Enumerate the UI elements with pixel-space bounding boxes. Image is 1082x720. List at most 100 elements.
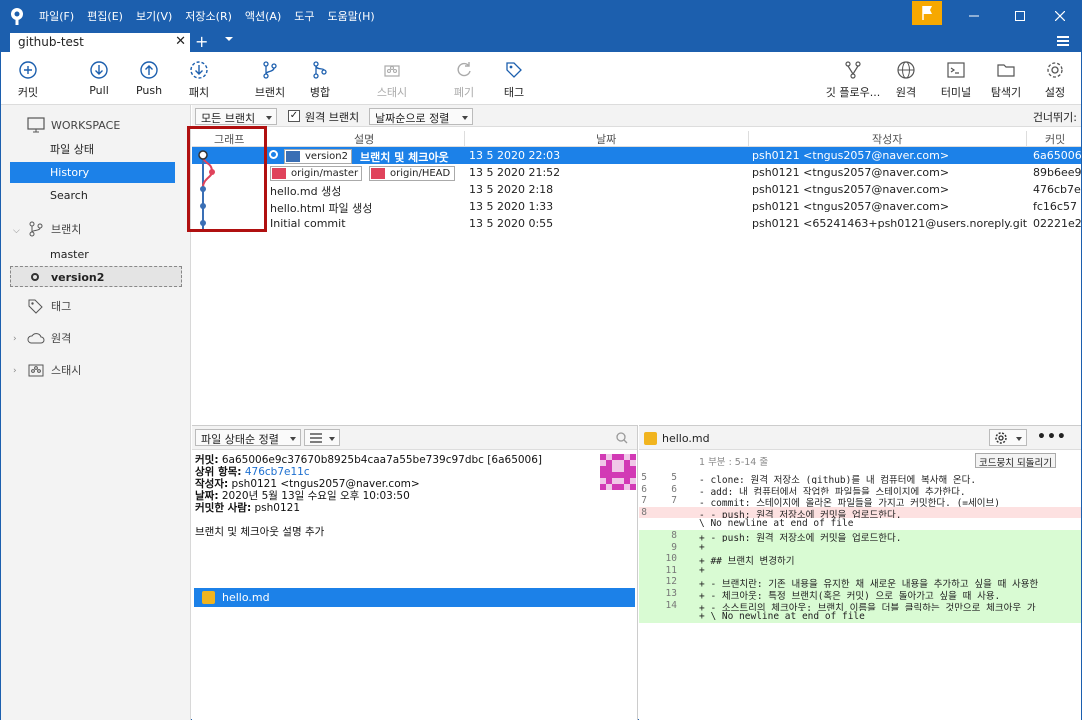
sort-dropdown[interactable]: 날짜순으로 정렬 [369, 108, 473, 125]
folder-icon [997, 64, 1015, 77]
minimize-button[interactable] [952, 1, 996, 31]
tab-close-icon[interactable]: ✕ [175, 34, 186, 49]
globe-icon [897, 61, 915, 79]
close-icon [1055, 11, 1065, 21]
commit-hash: 02221e2 [1033, 217, 1082, 230]
discard-icon [457, 62, 471, 77]
menu-tools[interactable]: 도구 [294, 8, 314, 24]
sidebar-item-history[interactable]: History [10, 162, 175, 183]
flag-icon [922, 6, 932, 20]
commit-details-pane: 파일 상태순 정렬 커밋: 6a65006e9c37670b8925b4caa7… [192, 425, 638, 720]
remote-button[interactable]: 원격 [882, 60, 930, 100]
menu-edit[interactable]: 편집(E) [87, 8, 123, 24]
commit-hash: 6a65006 [1033, 149, 1082, 162]
diff-line-text: - - push: 원격 저장소에 커밋을 업로드한다. [699, 509, 902, 519]
hamburger-menu-icon[interactable] [1057, 36, 1069, 46]
git-flow-icon [845, 61, 861, 79]
push-button[interactable]: Push [125, 60, 173, 97]
menu-repository[interactable]: 저장소(R) [185, 8, 232, 24]
more-options-icon[interactable]: ••• [1037, 429, 1067, 445]
sidebar-item-branches[interactable]: 브랜치 [27, 221, 81, 237]
commit-row[interactable]: hello.md 생성 13 5 2020 2:18 psh0121 <tngu… [192, 181, 1081, 198]
commit-date: 13 5 2020 2:18 [469, 183, 554, 196]
new-line-number: 11 [665, 564, 677, 576]
sidebar-item-tags[interactable]: 태그 [27, 298, 71, 314]
diff-line-text: - clone: 원격 저장소 (github)를 내 컴퓨터에 복사해 온다. [699, 475, 977, 484]
diff-options-dropdown[interactable] [989, 429, 1027, 446]
sidebar-item-branch-master[interactable]: master [10, 244, 175, 265]
commit-icon [19, 61, 37, 79]
new-line-number: 7 [671, 495, 677, 507]
history-column-header: 그래프 설명 날짜 작성자 커밋 [192, 128, 1081, 150]
column-author[interactable]: 작성자 [872, 131, 902, 147]
branch-filter-dropdown[interactable]: 모든 브랜치 [195, 108, 277, 125]
settings-button[interactable]: 설정 [1031, 60, 1079, 100]
new-tab-icon[interactable]: + [195, 32, 208, 51]
terminal-icon [947, 62, 965, 78]
stash-button[interactable]: 스태시 [368, 60, 416, 100]
commit-message: 브랜치 및 체크아웃 설명 추가 [195, 526, 325, 538]
stash-icon [384, 65, 400, 77]
remote-branch-badge-icon [272, 168, 286, 179]
terminal-button[interactable]: 터미널 [932, 60, 980, 100]
merge-button[interactable]: 병합 [296, 60, 344, 100]
commit-date: 13 5 2020 1:33 [469, 200, 554, 213]
remote-branches-checkbox[interactable]: ✓ [288, 110, 300, 122]
diff-line: 7 7 - commit: 스테이지에 올라온 파일들을 가지고 커밋한다. (=… [639, 495, 1081, 507]
sidebar-item-branch-version2[interactable]: version2 [10, 266, 182, 287]
menu-help[interactable]: 도움말(H) [328, 8, 375, 24]
stashes-expand-icon[interactable]: › [13, 366, 17, 376]
revert-hunk-button[interactable]: 코드뭉치 되돌리기 [975, 453, 1056, 469]
commit-button[interactable]: 커밋 [4, 60, 52, 100]
column-description[interactable]: 설명 [354, 131, 374, 147]
commit-row[interactable]: hello.html 파일 생성 13 5 2020 1:33 psh0121 … [192, 198, 1081, 215]
sidebar-item-file-status[interactable]: 파일 상태 [10, 139, 175, 160]
tab-dropdown-icon[interactable] [225, 37, 233, 41]
diff-line: 12 + - 브랜치란: 기존 내용을 유지한 채 새로운 내용을 추가하고 싶을… [639, 576, 1081, 588]
discard-button[interactable]: 폐기 [440, 60, 488, 100]
menu-file[interactable]: 파일(F) [39, 8, 74, 24]
fetch-button[interactable]: 패치 [175, 60, 223, 100]
old-line-number: 6 [641, 483, 647, 495]
commit-row[interactable]: origin/master origin/HEAD 13 5 2020 21:5… [192, 164, 1082, 181]
branch-label-origin-head[interactable]: origin/HEAD [369, 166, 455, 181]
branches-collapse-icon[interactable]: ⌵ [13, 226, 20, 236]
parent-link[interactable]: 476cb7e11c [245, 466, 310, 478]
file-sort-dropdown[interactable]: 파일 상태순 정렬 [195, 429, 301, 446]
menu-view[interactable]: 보기(V) [136, 8, 172, 24]
commit-row[interactable]: version2 브랜치 및 체크아웃 13 5 2020 22:03 psh0… [192, 147, 1082, 164]
git-flow-button[interactable]: 깃 플로우... [823, 60, 883, 100]
column-commit[interactable]: 커밋 [1045, 131, 1065, 147]
pull-button[interactable]: Pull [75, 60, 123, 97]
commit-row[interactable]: Initial commit 13 5 2020 0:55 psh0121 <6… [192, 215, 1082, 232]
commit-description: Initial commit [270, 217, 346, 230]
view-mode-dropdown[interactable] [304, 429, 340, 446]
menu-actions[interactable]: 액션(A) [245, 8, 281, 24]
close-button[interactable] [1038, 1, 1082, 31]
old-line-number: 5 [641, 472, 647, 483]
notification-flag-button[interactable] [912, 1, 942, 25]
column-date[interactable]: 날짜 [596, 131, 616, 147]
commit-description: hello.md 생성 [270, 185, 342, 198]
branch-icon [29, 221, 43, 237]
maximize-button[interactable] [998, 1, 1042, 31]
sidebar-item-stashes[interactable]: 스태시 [27, 362, 81, 378]
menu-bar: 파일(F) 편집(E) 보기(V) 저장소(R) 액션(A) 도구 도움말(H) [39, 1, 388, 31]
tag-button[interactable]: 태그 [490, 60, 538, 100]
search-icon[interactable] [616, 432, 628, 444]
branch-label-version2[interactable]: version2 [284, 149, 352, 164]
sidebar-item-remotes[interactable]: 원격 [27, 330, 71, 346]
new-line-number: 6 [671, 483, 677, 495]
remote-branch-badge-icon [371, 168, 385, 179]
branch-badge-icon [286, 151, 300, 162]
sidebar-item-search[interactable]: Search [10, 185, 175, 206]
remotes-expand-icon[interactable]: › [13, 334, 17, 344]
tag-icon [506, 62, 522, 78]
explorer-button[interactable]: 탐색기 [982, 60, 1030, 100]
branch-label-origin-master[interactable]: origin/master [270, 166, 362, 181]
changed-file-row[interactable]: hello.md [194, 588, 635, 607]
branch-button[interactable]: 브랜치 [246, 60, 294, 100]
modified-file-icon [202, 591, 215, 604]
old-line-number: 7 [641, 495, 647, 507]
repo-tab[interactable]: github-test ✕ [10, 31, 190, 52]
